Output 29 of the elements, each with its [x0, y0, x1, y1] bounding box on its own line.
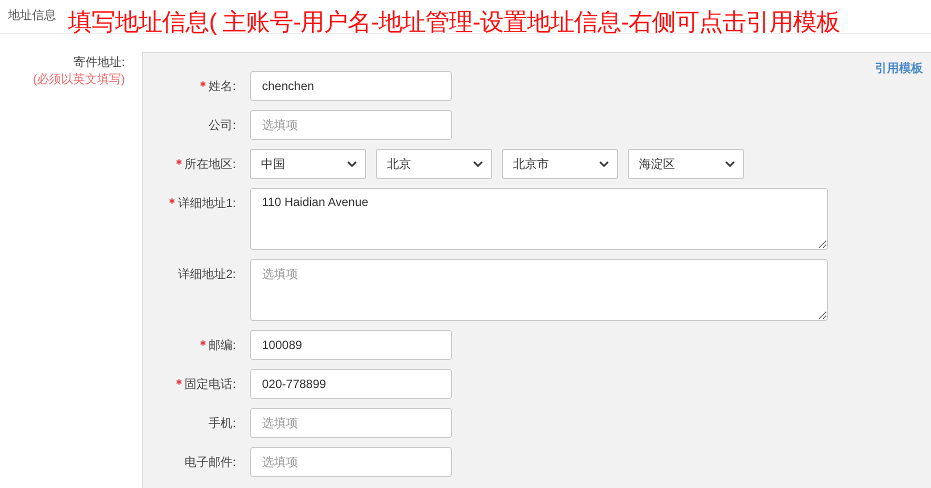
input-field[interactable]: 020-778899: [250, 369, 452, 399]
input-field[interactable]: 100089: [250, 330, 452, 360]
field-label: 详细地址2:: [178, 266, 236, 282]
field-label: 邮编:: [208, 336, 236, 354]
input-field[interactable]: chenchen: [250, 71, 452, 101]
chevron-down-icon: [473, 161, 483, 167]
textarea-field[interactable]: 选填项: [250, 259, 828, 321]
field-label: 固定电话:: [184, 376, 236, 392]
input-field[interactable]: 选填项: [250, 408, 452, 438]
input-field[interactable]: 选填项: [250, 447, 452, 477]
field-label: 手机:: [208, 414, 236, 432]
field-label: 详细地址1:: [178, 194, 236, 212]
dropdown[interactable]: 北京市: [502, 149, 618, 179]
section-tab[interactable]: 地址信息: [8, 7, 56, 24]
textarea-field[interactable]: 110 Haidian Avenue: [250, 188, 828, 250]
annotation-text: 填写地址信息( 主账号-用户名-地址管理-设置地址信息-右侧可点击引用模板: [68, 8, 840, 38]
dropdown[interactable]: 北京: [376, 149, 492, 179]
field-label: 所在地区:: [184, 156, 236, 172]
section-label: 寄件地址:: [74, 54, 125, 71]
dropdown[interactable]: 海淀区: [628, 149, 744, 179]
chevron-down-icon: [725, 161, 735, 167]
field-label: 电子邮件:: [184, 454, 236, 470]
dropdown[interactable]: 中国: [250, 149, 366, 179]
chevron-down-icon: [347, 161, 357, 167]
input-field[interactable]: 选填项: [250, 110, 452, 140]
chevron-down-icon: [599, 161, 609, 167]
field-label: 公司:: [208, 116, 236, 134]
field-label: 姓名:: [208, 78, 236, 94]
section-note: (必须以英文填写): [33, 71, 125, 88]
